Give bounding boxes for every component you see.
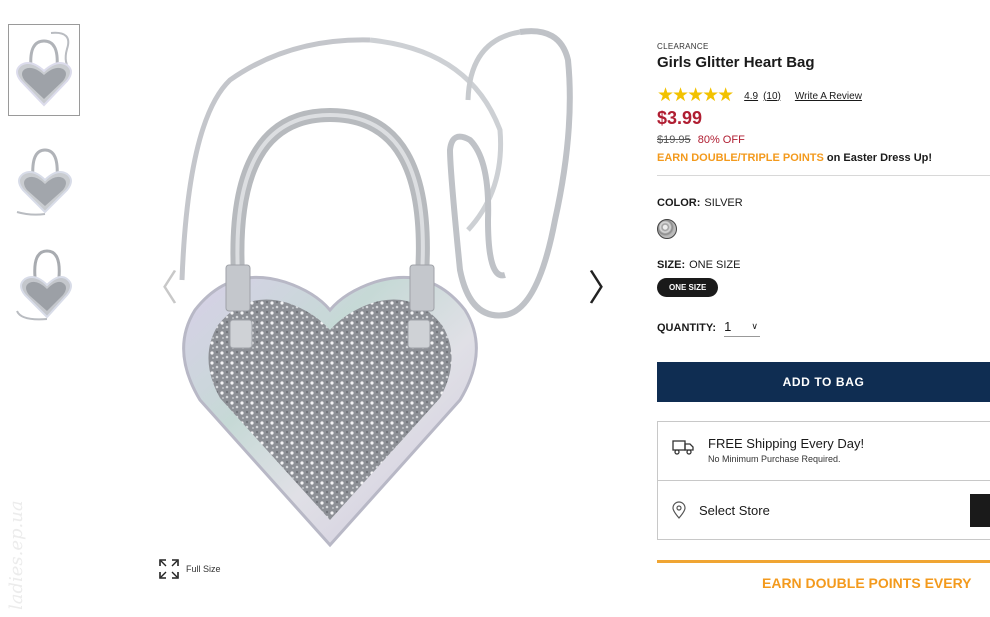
size-option-one-size[interactable]: ONE SIZE [657,278,719,297]
watermark: ladies.ep.ua [6,500,27,610]
size-row: SIZE: ONE SIZE [657,259,990,271]
shipping-subtitle: No Minimum Purchase Required. [708,454,841,464]
price-comparison: $19.95 80% OFF [657,134,990,146]
product-title: Girls Glitter Heart Bag [657,54,815,71]
add-to-bag-button[interactable]: ADD TO BAG [657,362,990,402]
fulfillment-panel: FREE Shipping Every Day! No Minimum Purc… [657,421,990,540]
shipping-text: FREE Shipping Every Day! No Minimum Purc… [708,436,864,464]
earn-points-banner[interactable]: EARN DOUBLE POINTS EVERY [762,575,990,591]
quantity-select[interactable]: 1 ∨ [724,319,760,337]
divider [657,175,990,176]
full-size-button[interactable]: Full Size [158,558,221,580]
points-rest: on Easter Dress Up! [823,152,933,164]
thumbnail-angle[interactable] [8,238,80,330]
rating-row: ★★★★★ 4.9 (10) Write A Review [657,85,990,106]
quantity-row: QUANTITY: 1 ∨ [657,319,990,337]
discount-label: 80% OFF [697,134,745,146]
quantity-value: 1 [724,319,732,334]
star-rating-icon: ★★★★★ [657,85,734,106]
color-label: COLOR: [657,197,701,209]
main-image-stage: 〈 〉 Full Size [140,20,624,590]
product-info: CLEARANCE Girls Glitter Heart Bag ★★★★★ … [657,42,990,591]
color-swatch-silver[interactable] [657,219,677,239]
shipping-row: FREE Shipping Every Day! No Minimum Purc… [658,422,990,481]
thumbnail-front[interactable] [8,24,80,116]
select-store-label: Select Store [699,502,770,518]
quantity-label: QUANTITY: [657,322,717,334]
clearance-badge: CLEARANCE [657,42,709,51]
chevron-down-icon: ∨ [751,321,758,331]
thumbnail-side[interactable] [8,131,80,223]
list-price: $19.95 [657,134,691,146]
bag-thumbnail-image [16,148,72,216]
product-main-image[interactable] [170,20,590,560]
color-value: SILVER [704,197,743,209]
shipping-title: FREE Shipping Every Day! [708,436,865,451]
review-count[interactable]: (10) [763,91,781,102]
points-promo[interactable]: EARN DOUBLE/TRIPLE POINTS on Easter Dres… [657,152,990,164]
bag-thumbnail-image [16,31,72,107]
promo-rule [657,560,990,563]
size-value: ONE SIZE [689,259,741,271]
expand-icon [159,559,179,579]
thumbnail-list [8,24,82,345]
bag-thumbnail-image [16,249,72,321]
points-highlight: EARN DOUBLE/TRIPLE POINTS [657,152,824,164]
truck-icon [672,440,694,455]
rating-value[interactable]: 4.9 [744,91,758,102]
write-review-link[interactable]: Write A Review [795,91,862,102]
select-store-button[interactable] [970,494,990,527]
full-size-label: Full Size [186,564,221,574]
sale-price: $3.99 [657,108,703,128]
store-row[interactable]: Select Store [658,481,990,539]
location-pin-icon [672,501,686,519]
size-label: SIZE: [657,259,686,271]
color-row: COLOR: SILVER [657,197,990,209]
chevron-right-icon[interactable]: 〉 [588,270,624,306]
